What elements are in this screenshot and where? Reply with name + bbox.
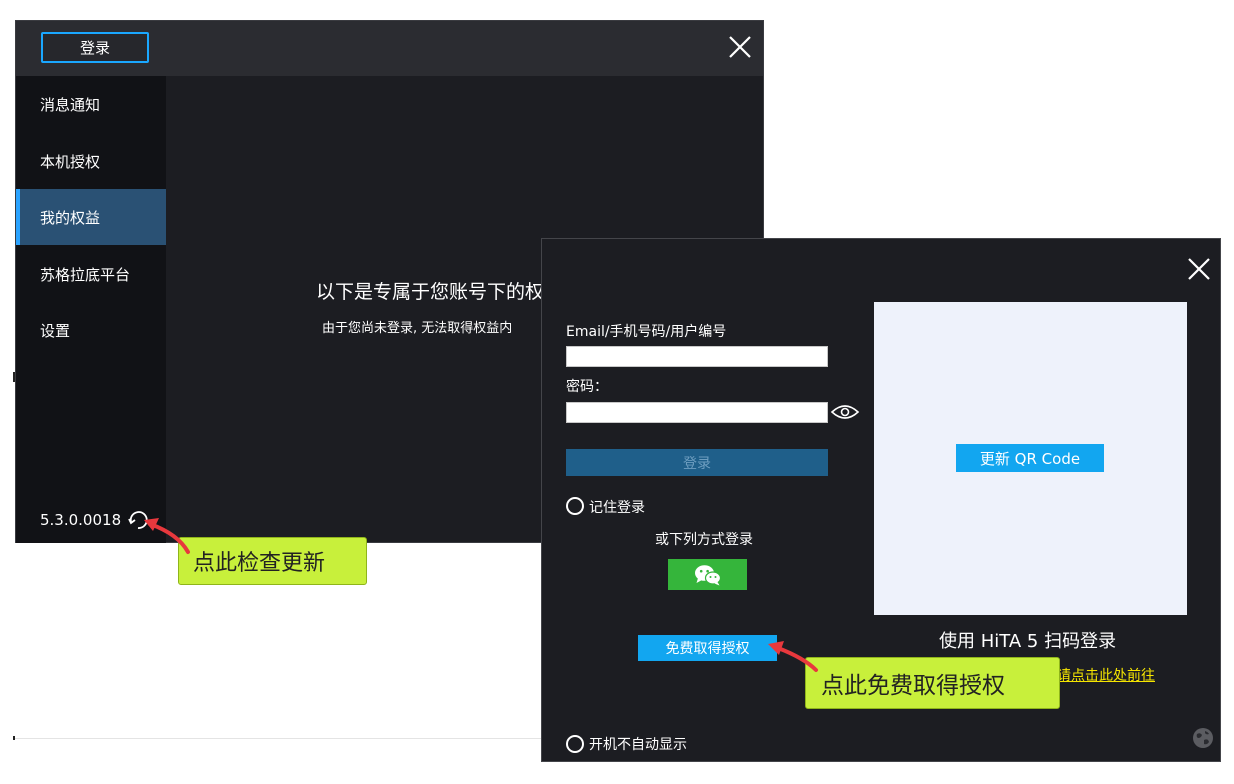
close-icon[interactable] [727, 34, 753, 60]
free-license-callout: 点此免费取得授权 [805, 657, 1060, 709]
scan-login-text: 使用 HiTA 5 扫码登录 [939, 631, 1117, 652]
sidebar-item-label: 苏格拉底平台 [40, 265, 131, 284]
window-header: 登录 [16, 21, 763, 76]
alt-login-text: 或下列方式登录 [655, 532, 753, 548]
remember-login-radio[interactable] [566, 497, 584, 515]
click-here-link[interactable]: 请点击此处前往 [1057, 665, 1155, 685]
divider [15, 738, 543, 739]
eye-icon[interactable] [830, 403, 860, 421]
globe-icon[interactable] [1191, 726, 1215, 750]
screenshot-stage: 登录 消息通知 本机授权 我的权益 苏格拉底平台 设置 5.3.0.0018 以… [0, 0, 1234, 784]
password-label: 密码： [566, 379, 608, 395]
sidebar-item-notifications[interactable]: 消息通知 [16, 76, 166, 132]
password-input[interactable] [566, 402, 828, 423]
sidebar-item-local-license[interactable]: 本机授权 [16, 133, 166, 189]
no-autostart-radio[interactable] [566, 735, 584, 753]
sidebar-item-label: 我的权益 [40, 208, 101, 227]
sidebar: 消息通知 本机授权 我的权益 苏格拉底平台 设置 5.3.0.0018 [16, 76, 166, 543]
email-label: Email/手机号码/用户编号 [566, 324, 727, 340]
email-input[interactable] [566, 346, 828, 367]
remember-login-label: 记住登录 [589, 500, 645, 516]
header-login-button[interactable]: 登录 [41, 32, 149, 63]
sidebar-item-label: 消息通知 [40, 95, 101, 114]
update-callout: 点此检查更新 [178, 537, 367, 585]
sidebar-item-label: 设置 [40, 321, 71, 340]
refresh-qr-button[interactable]: 更新 QR Code [956, 444, 1104, 472]
benefits-title: 以下是专属于您账号下的权 [316, 281, 545, 303]
close-icon[interactable] [1186, 256, 1212, 282]
qr-code-area: 更新 QR Code [874, 302, 1187, 615]
benefits-subtitle: 由于您尚未登录, 无法取得权益内 [322, 321, 513, 336]
wechat-login-button[interactable] [668, 559, 747, 590]
wechat-icon [694, 564, 721, 585]
free-license-button[interactable]: 免费取得授权 [638, 635, 777, 661]
refresh-icon[interactable] [127, 509, 149, 531]
edge-mark [13, 372, 15, 382]
sidebar-item-my-benefits[interactable]: 我的权益 [16, 189, 166, 245]
sidebar-item-label: 本机授权 [40, 152, 101, 171]
no-autostart-label: 开机不自动显示 [589, 737, 687, 753]
sidebar-item-socrates-platform[interactable]: 苏格拉底平台 [16, 246, 166, 302]
version-display: 5.3.0.0018 [40, 509, 149, 531]
login-button[interactable]: 登录 [566, 449, 828, 476]
sidebar-item-settings[interactable]: 设置 [16, 302, 166, 358]
version-text: 5.3.0.0018 [40, 511, 122, 529]
